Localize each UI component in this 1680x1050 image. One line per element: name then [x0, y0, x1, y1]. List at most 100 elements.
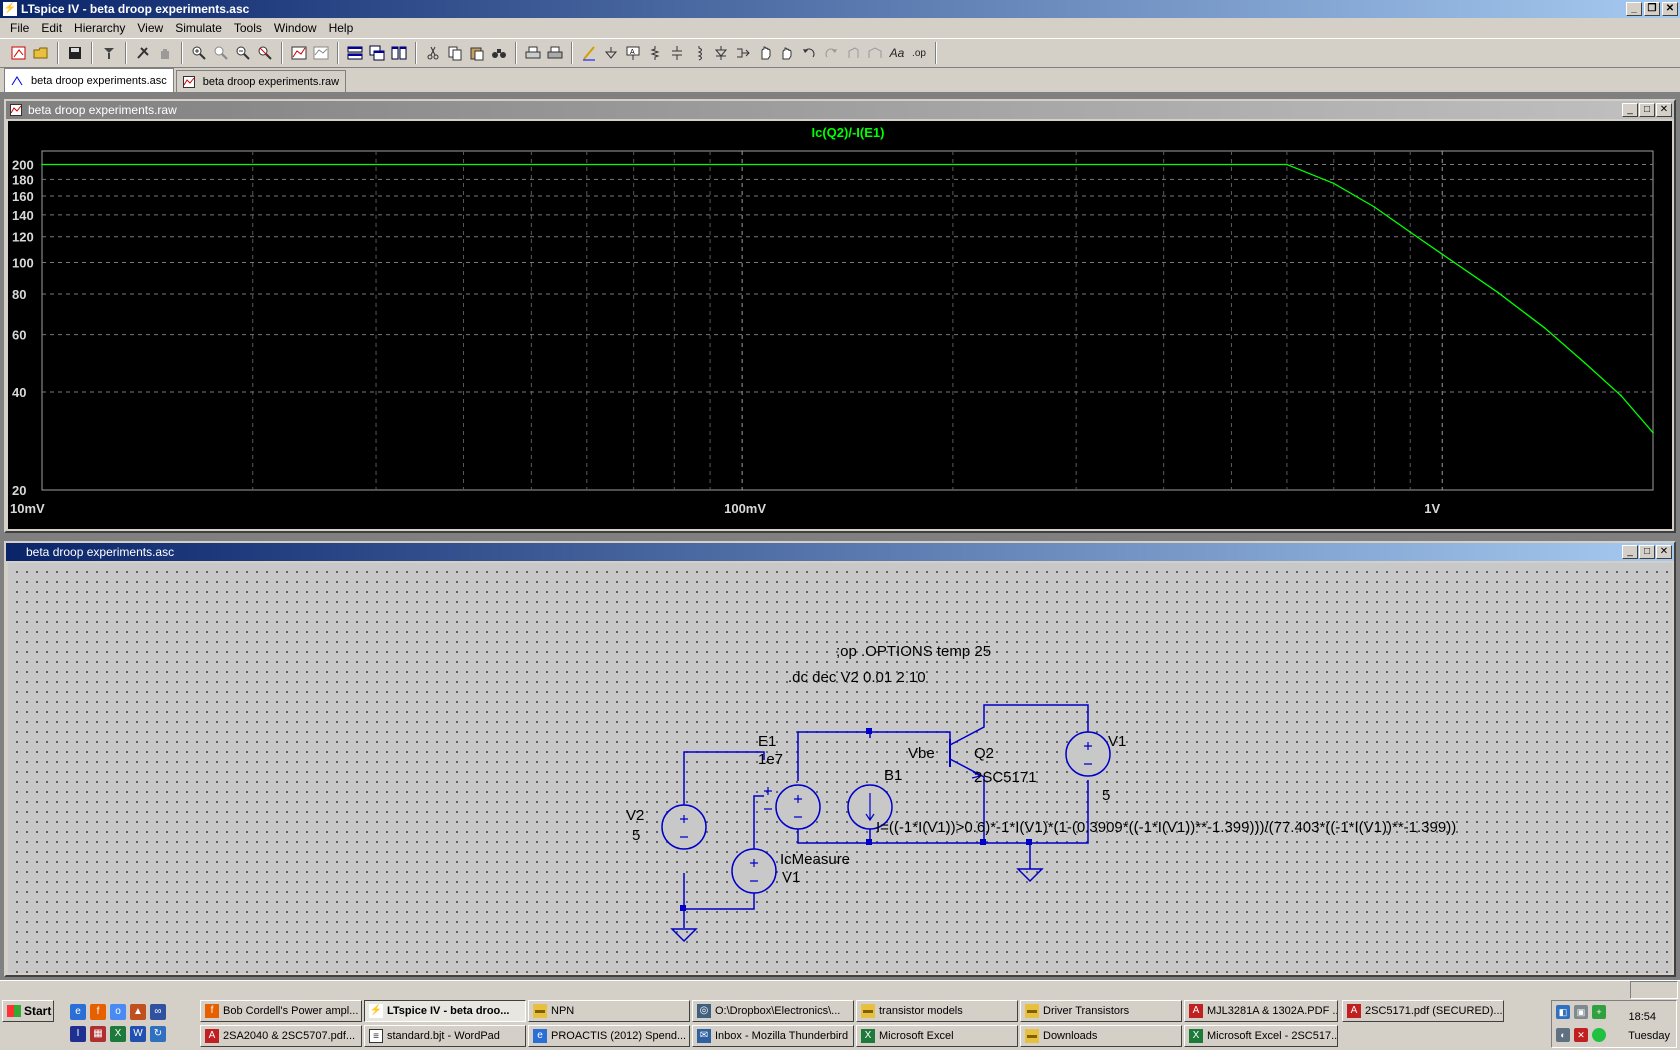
minimize-button[interactable]: _: [1626, 2, 1642, 16]
menu-simulate[interactable]: Simulate: [169, 21, 228, 35]
taskbar-button-active[interactable]: ⚡ LTspice IV - beta droo...: [364, 1000, 526, 1022]
taskbar-button[interactable]: e PROACTIS (2012) Spend...: [528, 1025, 690, 1047]
maximize-button[interactable]: □: [1639, 545, 1655, 559]
monitor-icon[interactable]: ▣: [1574, 1005, 1588, 1019]
cascade-icon[interactable]: [366, 42, 388, 64]
minimize-button[interactable]: _: [1622, 545, 1638, 559]
copy-icon[interactable]: [444, 42, 466, 64]
v1-value-label[interactable]: 5: [1102, 787, 1110, 804]
spice-directive-icon[interactable]: .op: [908, 42, 930, 64]
v1-name-label[interactable]: V1: [1108, 733, 1126, 750]
tile-vertical-icon[interactable]: [388, 42, 410, 64]
open-icon[interactable]: [30, 42, 52, 64]
e1-value-label[interactable]: 1e7: [758, 751, 783, 768]
close-button[interactable]: ✕: [1662, 2, 1678, 16]
v2-value-label[interactable]: 5: [632, 827, 640, 844]
menu-window[interactable]: Window: [268, 21, 323, 35]
waveform-icon[interactable]: [310, 42, 332, 64]
taskbar-button[interactable]: ▬ Driver Transistors: [1020, 1000, 1182, 1022]
menu-view[interactable]: View: [131, 21, 169, 35]
q2-model-label[interactable]: 2SC5171: [974, 769, 1037, 786]
diode-icon[interactable]: [710, 42, 732, 64]
ground-icon[interactable]: [600, 42, 622, 64]
network-icon[interactable]: ◧: [1556, 1005, 1570, 1019]
minimize-button[interactable]: _: [1622, 103, 1638, 117]
taskbar-button[interactable]: ◎ O:\Dropbox\Electronics\...: [692, 1000, 854, 1022]
icmeasure-value-label[interactable]: V1: [782, 869, 800, 886]
taskbar-button[interactable]: ▬ transistor models: [856, 1000, 1018, 1022]
zoom-in-icon[interactable]: [188, 42, 210, 64]
schematic-canvas[interactable]: ;op .OPTIONS temp 25 .dc dec V2 0.01 2 1…: [8, 563, 1672, 973]
control-panel-icon[interactable]: [98, 42, 120, 64]
battery-icon[interactable]: +: [1592, 1005, 1606, 1019]
schematic-window-titlebar[interactable]: beta droop experiments.asc _ □ ✕: [6, 543, 1674, 561]
matlab-icon[interactable]: ▲: [130, 1004, 146, 1020]
chrome-icon[interactable]: o: [110, 1004, 126, 1020]
zoom-fit-icon[interactable]: [210, 42, 232, 64]
rotate-icon[interactable]: [842, 42, 864, 64]
tab-waveform[interactable]: beta droop experiments.raw: [175, 70, 347, 92]
taskbar-button[interactable]: ▬ Downloads: [1020, 1025, 1182, 1047]
status-icon[interactable]: [1592, 1028, 1606, 1042]
restore-button[interactable]: ❐: [1644, 2, 1660, 16]
clock-day[interactable]: Tuesday: [1628, 1030, 1670, 1042]
component-icon[interactable]: [732, 42, 754, 64]
zoom-cancel-icon[interactable]: [254, 42, 276, 64]
firefox-icon[interactable]: f: [90, 1004, 106, 1020]
refresh-icon[interactable]: ↻: [150, 1026, 166, 1042]
excel-icon[interactable]: X: [110, 1026, 126, 1042]
tab-schematic[interactable]: beta droop experiments.asc: [4, 68, 174, 92]
taskbar-button[interactable]: A MJL3281A & 1302A.PDF ...: [1184, 1000, 1338, 1022]
redo-icon[interactable]: [820, 42, 842, 64]
b1-name-label[interactable]: B1: [884, 767, 902, 784]
spice-directive-options[interactable]: ;op .OPTIONS temp 25: [836, 643, 991, 660]
halt-icon[interactable]: [132, 42, 154, 64]
q2-name-label[interactable]: Q2: [974, 745, 994, 762]
find-icon[interactable]: [488, 42, 510, 64]
taskbar-button[interactable]: X Microsoft Excel: [856, 1025, 1018, 1047]
draw-wire-icon[interactable]: [578, 42, 600, 64]
cut-icon[interactable]: [422, 42, 444, 64]
waveform-window-titlebar[interactable]: beta droop experiments.raw _ □ ✕: [6, 101, 1674, 119]
tile-horizontal-icon[interactable]: [344, 42, 366, 64]
security-icon[interactable]: ✕: [1574, 1028, 1588, 1042]
clock-time[interactable]: 18:54: [1628, 1011, 1656, 1023]
isis-icon[interactable]: I: [70, 1026, 86, 1042]
taskbar-button[interactable]: A 2SA2040 & 2SC5707.pdf...: [200, 1025, 362, 1047]
text-icon[interactable]: Aa: [886, 42, 908, 64]
pan-icon[interactable]: [154, 42, 176, 64]
menu-edit[interactable]: Edit: [35, 21, 68, 35]
icmeasure-name-label[interactable]: IcMeasure: [780, 851, 850, 868]
resistor-icon[interactable]: [644, 42, 666, 64]
inductor-icon[interactable]: [688, 42, 710, 64]
calculator-icon[interactable]: ▦: [90, 1026, 106, 1042]
run-icon[interactable]: [8, 42, 30, 64]
spice-directive-dc[interactable]: .dc dec V2 0.01 2 10: [788, 669, 926, 686]
trace-label[interactable]: Ic(Q2)/-I(E1): [812, 125, 885, 140]
paste-icon[interactable]: [466, 42, 488, 64]
word-icon[interactable]: W: [130, 1026, 146, 1042]
v2-name-label[interactable]: V2: [626, 807, 644, 824]
menu-hierarchy[interactable]: Hierarchy: [68, 21, 131, 35]
label-net-icon[interactable]: A: [622, 42, 644, 64]
menu-help[interactable]: Help: [323, 21, 360, 35]
link-icon[interactable]: ∞: [150, 1004, 166, 1020]
close-button[interactable]: ✕: [1656, 545, 1672, 559]
undo-icon[interactable]: [798, 42, 820, 64]
taskbar-button[interactable]: A 2SC5171.pdf (SECURED)...: [1342, 1000, 1504, 1022]
volume-icon[interactable]: ◐: [1556, 1028, 1570, 1042]
zoom-out-icon[interactable]: [232, 42, 254, 64]
waveform-plot[interactable]: 200180 160 140 120 100 80 60 40 20 10mV 100mV 1V Ic…: [8, 121, 1672, 529]
drag-icon[interactable]: [776, 42, 798, 64]
taskbar-button[interactable]: ✉ Inbox - Mozilla Thunderbird: [692, 1025, 854, 1047]
menu-tools[interactable]: Tools: [228, 21, 268, 35]
taskbar-button[interactable]: ≡ standard.bjt - WordPad: [364, 1025, 526, 1047]
capacitor-icon[interactable]: [666, 42, 688, 64]
maximize-button[interactable]: □: [1639, 103, 1655, 117]
menu-file[interactable]: File: [4, 21, 35, 35]
e1-name-label[interactable]: E1: [758, 733, 776, 750]
move-icon[interactable]: [754, 42, 776, 64]
taskbar-button[interactable]: f Bob Cordell's Power ampl...: [200, 1000, 362, 1022]
plot-pane[interactable]: 200 180 160 140 120 100 80 60 40 20 10mV 100mV 1V Ic…: [8, 121, 1672, 529]
mirror-icon[interactable]: [864, 42, 886, 64]
